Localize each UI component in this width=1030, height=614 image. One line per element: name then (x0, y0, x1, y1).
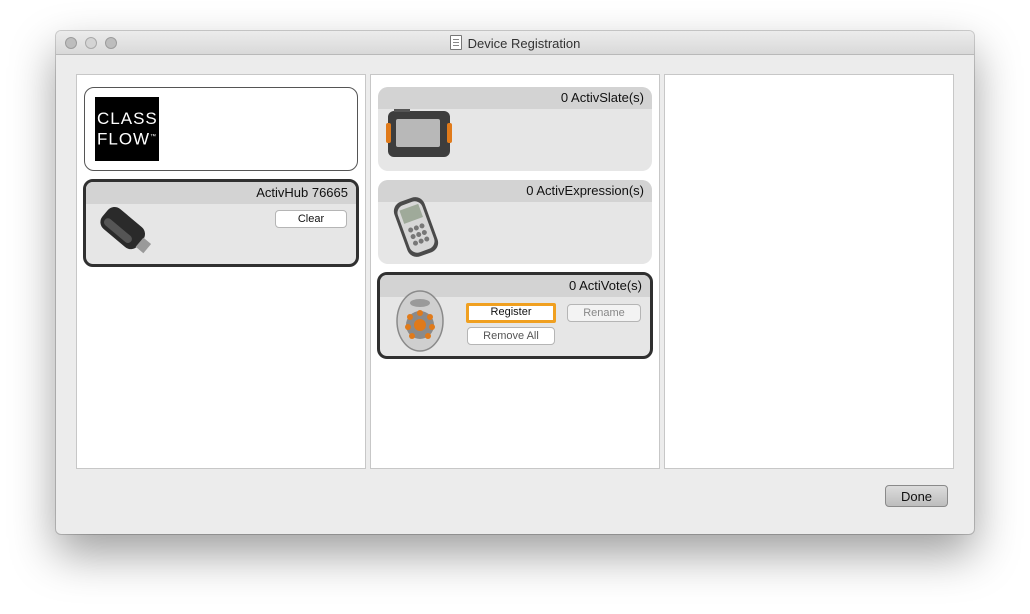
classflow-logo: CLASS FLOW™ (95, 97, 159, 161)
logo-line-1: CLASS (97, 109, 158, 128)
activexpression-card[interactable]: 0 ActivExpression(s) (378, 180, 652, 264)
activslate-label: 0 ActivSlate(s) (378, 87, 652, 109)
document-icon (449, 35, 462, 50)
devices-panel: 0 ActivSlate(s) 0 ActivExpression(s) 0 A… (370, 74, 660, 469)
activexpression-icon (393, 197, 439, 257)
logo-line-2: FLOW (97, 129, 151, 149)
window-title-text: Device Registration (467, 36, 581, 51)
done-button[interactable]: Done (885, 485, 948, 507)
logo-tm: ™ (150, 134, 158, 140)
rename-button[interactable]: Rename (567, 304, 641, 322)
activslate-card[interactable]: 0 ActivSlate(s) (378, 87, 652, 171)
hub-panel: CLASS FLOW™ ActivHub 76665 Clear (76, 74, 366, 469)
usb-dongle-icon (100, 207, 152, 254)
classflow-card[interactable]: CLASS FLOW™ (84, 87, 358, 171)
clear-button[interactable]: Clear (275, 210, 347, 228)
activote-icon (396, 290, 444, 352)
register-button[interactable]: Register (466, 303, 556, 323)
activslate-icon (386, 109, 452, 157)
activote-card[interactable]: 0 ActiVote(s) Register Rename Remove All (377, 272, 653, 359)
device-registration-window: Device Registration CLASS FLOW™ ActivHub… (56, 31, 974, 534)
remove-all-button[interactable]: Remove All (467, 327, 555, 345)
window-title: Device Registration (56, 35, 974, 51)
activhub-card[interactable]: ActivHub 76665 Clear (83, 179, 359, 267)
title-bar: Device Registration (56, 31, 974, 55)
details-panel (664, 74, 954, 469)
